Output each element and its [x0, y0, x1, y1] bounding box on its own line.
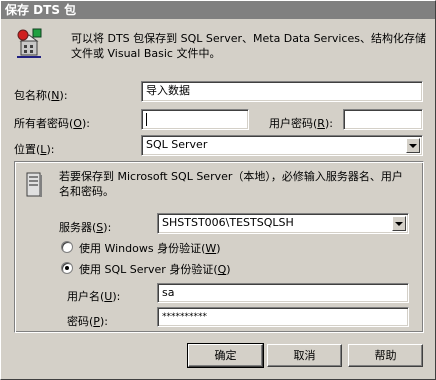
chevron-down-icon[interactable] — [392, 216, 406, 231]
auth-windows-radio[interactable] — [61, 241, 73, 253]
dts-package-icon — [13, 27, 45, 61]
help-button[interactable]: 帮助 — [348, 344, 423, 367]
username-label: 用户名(U): — [67, 290, 121, 303]
user-password-input[interactable] — [343, 109, 423, 130]
cancel-button[interactable]: 取消 — [267, 344, 342, 367]
save-dts-package-dialog: 保存 DTS 包 可以将 DTS 包保存到 SQL Server、Meta Da… — [0, 0, 436, 380]
description-line-2: 文件或 Visual Basic 文件中。 — [71, 47, 221, 60]
auth-windows-label[interactable]: 使用 Windows 身份验证(W) — [79, 240, 221, 256]
text-caret — [146, 113, 147, 126]
server-info-line-2: 名和密码。 — [59, 185, 114, 198]
owner-password-label: 所有者密码(O): — [14, 117, 90, 130]
server-select[interactable]: SHSTST006\TESTSQLSH — [157, 213, 409, 234]
location-label: 位置(L): — [14, 143, 55, 156]
username-input[interactable]: sa — [157, 283, 409, 303]
package-name-input[interactable]: 导入数据 — [141, 81, 423, 102]
auth-sql-radio[interactable] — [61, 262, 73, 274]
server-label: 服务器(S): — [59, 221, 112, 234]
location-select-value: SQL Server — [146, 138, 208, 151]
chevron-down-icon[interactable] — [406, 138, 420, 153]
server-info-line-1: 若要保存到 Microsoft SQL Server（本地），必修输入服务器名、… — [59, 170, 403, 183]
window-title: 保存 DTS 包 — [1, 1, 435, 19]
owner-password-input[interactable] — [141, 109, 249, 130]
auth-sql-label[interactable]: 使用 SQL Server 身份验证(Q) — [79, 261, 231, 277]
password-label: 密码(P): — [67, 315, 108, 328]
location-select[interactable]: SQL Server — [141, 135, 423, 156]
description-line-1: 可以将 DTS 包保存到 SQL Server、Meta Data Servic… — [71, 32, 426, 45]
password-input[interactable]: ********** — [157, 307, 409, 327]
user-password-label: 用户密码(R): — [269, 117, 333, 130]
server-icon — [25, 172, 43, 198]
server-select-value: SHSTST006\TESTSQLSH — [162, 216, 294, 229]
ok-button[interactable]: 确定 — [187, 343, 264, 368]
package-name-label: 包名称(N): — [14, 89, 68, 102]
